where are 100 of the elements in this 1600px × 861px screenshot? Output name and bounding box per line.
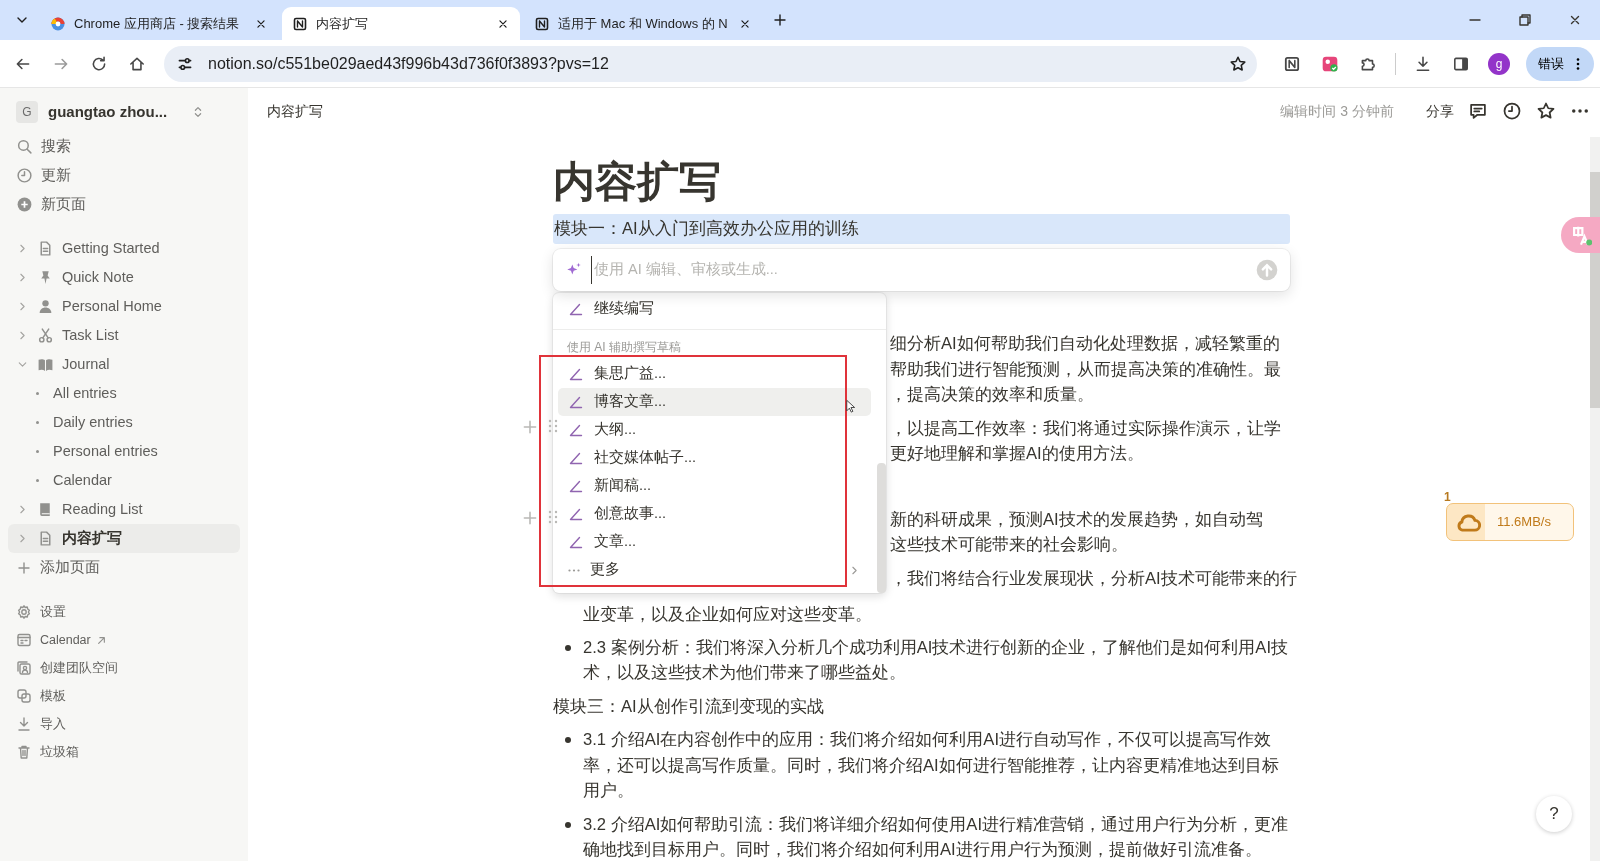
sidebar-link[interactable]: 设置 bbox=[8, 598, 240, 626]
browser-tab[interactable]: 内容扩写 bbox=[282, 7, 520, 40]
add-page-button[interactable]: 添加页面 bbox=[8, 553, 240, 582]
help-button[interactable]: ? bbox=[1536, 796, 1572, 832]
module-heading: 模块三：AI从创作引流到变现的实战 bbox=[553, 695, 825, 718]
templates-icon bbox=[16, 688, 32, 704]
menu-item[interactable]: 文章... bbox=[558, 528, 871, 556]
translate-icon bbox=[1570, 224, 1592, 246]
page-logo-icon bbox=[292, 15, 308, 32]
bullet-dot bbox=[565, 737, 571, 743]
pen-icon bbox=[568, 394, 584, 410]
sidebar-link[interactable]: 模板 bbox=[8, 682, 240, 710]
menu-item[interactable]: 更多 bbox=[558, 556, 871, 584]
browser-tab[interactable]: Chrome 应用商店 - 搜索结果 bbox=[40, 7, 278, 40]
error-button[interactable]: 错误 bbox=[1526, 46, 1594, 81]
history-icon[interactable] bbox=[1502, 101, 1522, 121]
bullet-dot bbox=[36, 392, 39, 395]
ai-prompt-field[interactable]: 使用 AI 编辑、审核或生成... bbox=[591, 256, 1248, 284]
sidebar-page[interactable]: Journal bbox=[8, 350, 240, 379]
comment-icon[interactable] bbox=[1468, 101, 1488, 121]
download-speed: 11.6MB/s bbox=[1497, 513, 1551, 532]
page-logo-icon bbox=[534, 15, 550, 32]
sidebar-page[interactable]: Personal Home bbox=[8, 292, 240, 321]
menu-item[interactable]: 新闻稿... bbox=[558, 472, 871, 500]
calendar-icon bbox=[16, 632, 32, 648]
bullet-dot bbox=[565, 821, 571, 828]
page-title: 内容扩写 bbox=[553, 157, 722, 207]
menu-section-label: 使用 AI 辅助撰写草稿 bbox=[566, 339, 682, 356]
store-logo-icon bbox=[50, 15, 66, 32]
menu-item[interactable]: 博客文章... bbox=[558, 388, 871, 416]
sidebar-page[interactable]: 内容扩写 bbox=[8, 524, 240, 553]
menu-item[interactable]: 创意故事... bbox=[558, 500, 871, 528]
menu-item[interactable]: 继续编写 bbox=[558, 295, 871, 323]
text-line: ，提高决策的效率和质量。 bbox=[890, 384, 1095, 406]
bullet-dot bbox=[36, 450, 39, 453]
bullet-text: 3.2 介绍AI如何帮助引流：我们将详细介绍如何使用AI进行精准营销，通过用户行为分析，更准确地找到目标用户。同时，我们将介绍如何利用AI进行用户行为预测，提前做好引流准备。 bbox=[583, 813, 1290, 861]
sidebar-page[interactable]: Reading List bbox=[8, 495, 240, 524]
book-icon bbox=[37, 356, 54, 373]
pen-icon bbox=[568, 478, 584, 494]
sidebar-page[interactable]: Task List bbox=[8, 321, 240, 350]
bookmark-star-icon[interactable] bbox=[1229, 54, 1247, 73]
address-bar[interactable]: notion.so/c551be029aed43f996b43d736f0f3893?pvs=12 bbox=[164, 45, 1257, 82]
scissors-icon bbox=[37, 327, 54, 344]
sidebar-subpage[interactable]: Calendar bbox=[8, 466, 240, 495]
pen-icon bbox=[568, 301, 584, 317]
breadcrumb[interactable]: 内容扩写 bbox=[267, 100, 323, 122]
pen-icon bbox=[568, 422, 584, 438]
bullet-dot bbox=[36, 421, 39, 424]
sidebar-link[interactable]: Calendar bbox=[8, 626, 240, 654]
extension-icon[interactable] bbox=[1321, 54, 1339, 73]
plus-icon bbox=[16, 559, 32, 576]
page-logo-icon[interactable] bbox=[1283, 54, 1301, 73]
ellipsis-icon bbox=[568, 568, 580, 572]
sidebar-action[interactable]: 更新 bbox=[8, 161, 240, 190]
selected-text-block: 模块一：AI从入门到高效办公应用的训练 bbox=[553, 214, 1290, 244]
download-icon[interactable] bbox=[1414, 54, 1432, 73]
workspace-name[interactable]: guangtao zhou... bbox=[48, 100, 168, 124]
sidebar-link[interactable]: 创建团队空间 bbox=[8, 654, 240, 682]
workspace-avatar: G bbox=[16, 101, 38, 123]
browser-tab[interactable]: 适用于 Mac 和 Windows 的 N bbox=[524, 7, 762, 40]
import-icon bbox=[16, 716, 32, 732]
menu-item[interactable]: 大纲... bbox=[558, 416, 871, 444]
sidebar-page[interactable]: Getting Started bbox=[8, 234, 240, 263]
bullet-text: 3.1 介绍AI在内容创作中的应用：我们将介绍如何利用AI进行自动写作，不仅可以提高写作效率，还可以提高写作质量。同时，我们将介绍AI如何进行智能推荐，让内容更精准地达到目标用户。 bbox=[583, 729, 1280, 802]
download-count: 1 bbox=[1444, 489, 1451, 506]
sidebar-subpage[interactable]: All entries bbox=[8, 379, 240, 408]
sidebar-subpage[interactable]: Daily entries bbox=[8, 408, 240, 437]
trash-icon bbox=[16, 744, 32, 760]
text-line: 新的科研成果，预测AI技术的发展趋势，如自动驾 bbox=[890, 508, 1264, 531]
bullet-dot bbox=[565, 644, 571, 651]
edited-time: 编辑时间 3 分钟前 bbox=[1280, 101, 1394, 121]
text-line: ，我们将结合行业发展现状，分析AI技术可能带来的行 bbox=[890, 567, 1297, 590]
restore-icon[interactable] bbox=[1517, 12, 1533, 28]
text-line: 细分析AI如何帮助我们自动化处理数据，减轻繁重的 bbox=[890, 333, 1281, 355]
sidebar-link[interactable]: 导入 bbox=[8, 710, 240, 738]
sidebar-subpage[interactable]: Personal entries bbox=[8, 437, 240, 466]
text-line: 这些技术可能带来的社会影响。 bbox=[890, 534, 1129, 556]
share-button[interactable]: 分享 bbox=[1426, 100, 1454, 122]
pen-icon bbox=[568, 450, 584, 466]
sidebar-action[interactable]: 新页面 bbox=[8, 190, 240, 219]
favorite-star-icon[interactable] bbox=[1536, 101, 1556, 121]
text-line: 更好地理解和掌握AI的使用方法。 bbox=[890, 443, 1145, 465]
sidebar-link[interactable]: 垃圾箱 bbox=[8, 738, 240, 766]
search-icon bbox=[16, 138, 33, 155]
text-line: ，以提高工作效率：我们将通过实际操作演示，让学 bbox=[890, 417, 1282, 440]
plus-circle-icon bbox=[16, 196, 33, 213]
text-line: 帮助我们进行智能预测，从而提高决策的准确性。最 bbox=[890, 358, 1282, 381]
menu-item[interactable]: 集思广益... bbox=[558, 360, 871, 388]
download-widget[interactable]: 11.6MB/s bbox=[1446, 503, 1574, 541]
text-line: 业变革，以及企业如何应对这些变革。 bbox=[583, 604, 873, 626]
reload-icon bbox=[90, 54, 108, 73]
pen-icon bbox=[568, 534, 584, 550]
profile-avatar[interactable]: g bbox=[1488, 52, 1510, 75]
bullet-text: 2.3 案例分析：我们将深入分析几个成功利用AI技术进行创新的企业，了解他们是如何利用AI技术，以及这些技术为他们带来了哪些益处。 bbox=[583, 636, 1290, 684]
sidebar-page[interactable]: Quick Note bbox=[8, 263, 240, 292]
bullet-dot bbox=[36, 479, 39, 482]
pen-icon bbox=[568, 506, 584, 522]
sidebar-action[interactable]: 搜索 bbox=[8, 132, 240, 161]
plus-icon bbox=[772, 12, 788, 28]
menu-item[interactable]: 社交媒体帖子... bbox=[558, 444, 871, 472]
